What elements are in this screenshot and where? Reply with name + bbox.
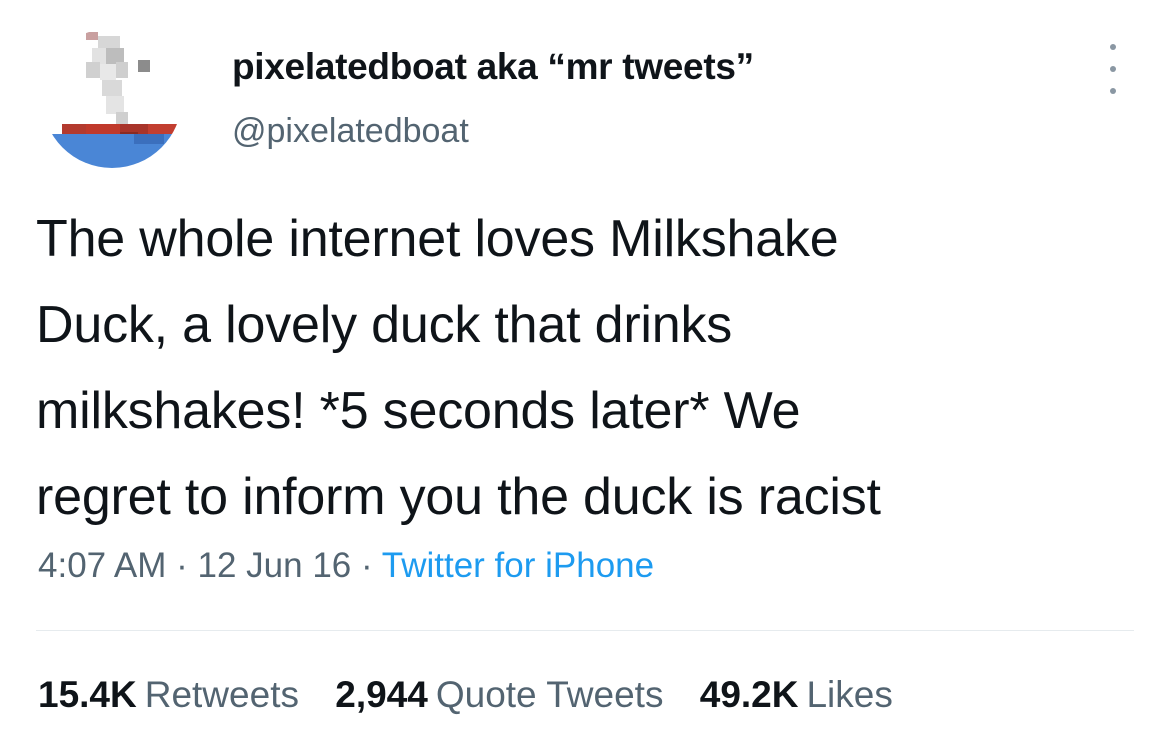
quote-tweets-label: Quote Tweets	[435, 674, 664, 715]
pixel-boat-avatar-icon	[42, 28, 182, 168]
user-handle[interactable]: @pixelatedboat	[232, 112, 469, 151]
likes-count: 49.2K	[699, 674, 799, 715]
retweets-label: Retweets	[144, 674, 299, 715]
more-options-icon[interactable]	[1098, 44, 1128, 94]
retweets-count: 15.4K	[38, 674, 137, 715]
more-dot	[1110, 66, 1116, 72]
tweet-text-line: The whole internet loves Milkshake	[36, 210, 839, 268]
tweet-text: The whole internet loves Milkshake Duck,…	[36, 196, 1146, 540]
tweet-card: pixelatedboat aka “mr tweets” @pixelated…	[0, 0, 1170, 750]
tweet-source-link[interactable]: Twitter for iPhone	[382, 546, 654, 585]
divider	[36, 630, 1134, 631]
meta-separator: ·	[166, 546, 198, 585]
tweet-text-line: regret to inform you the duck is racist	[36, 468, 881, 526]
quote-tweets-count: 2,944	[335, 674, 428, 715]
tweet-text-line: Duck, a lovely duck that drinks	[36, 296, 733, 354]
more-dot	[1110, 88, 1116, 94]
meta-separator: ·	[351, 546, 382, 585]
tweet-time[interactable]: 4:07 AM	[38, 546, 166, 585]
tweet-metadata: 4:07 AM · 12 Jun 16 · Twitter for iPhone	[38, 546, 654, 586]
display-name[interactable]: pixelatedboat aka “mr tweets”	[232, 46, 754, 88]
tweet-date[interactable]: 12 Jun 16	[198, 546, 352, 585]
avatar[interactable]	[42, 28, 182, 168]
likes-label: Likes	[806, 674, 893, 715]
likes-stat[interactable]: 49.2K Likes	[700, 674, 893, 716]
retweets-stat[interactable]: 15.4K Retweets	[38, 674, 299, 716]
more-dot	[1110, 44, 1116, 50]
engagement-stats: 15.4K Retweets 2,944 Quote Tweets 49.2K Lik…	[38, 674, 919, 716]
quote-tweets-stat[interactable]: 2,944 Quote Tweets	[335, 674, 663, 716]
tweet-text-line: milkshakes! *5 seconds later* We	[36, 382, 801, 440]
